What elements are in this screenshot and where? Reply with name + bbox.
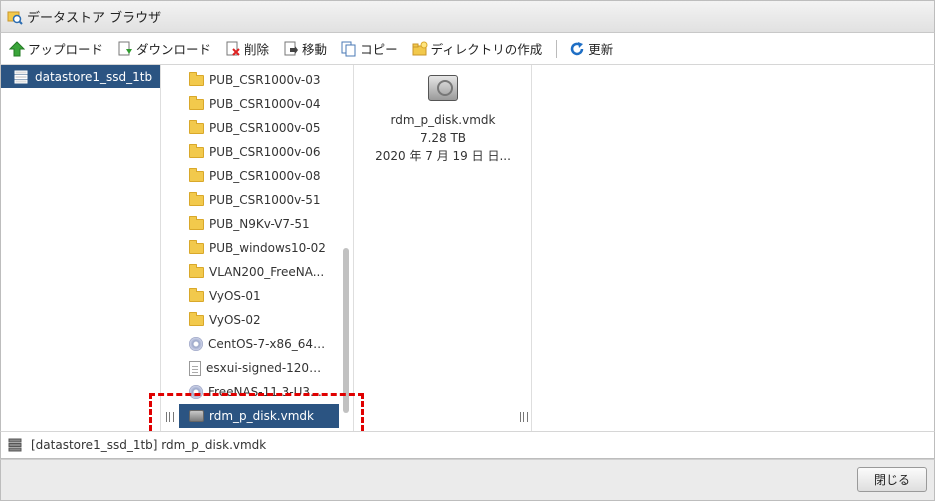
disc-icon bbox=[189, 385, 203, 399]
file-row[interactable]: PUB_N9Kv-V7-51 bbox=[179, 212, 339, 236]
download-button[interactable]: ダウンロード bbox=[117, 38, 211, 60]
path-bar: [datastore1_ssd_1tb] rdm_p_disk.vmdk bbox=[0, 431, 935, 459]
new-folder-icon bbox=[412, 41, 428, 55]
folder-icon bbox=[189, 71, 204, 86]
file-row[interactable]: PUB_CSR1000v-03 bbox=[179, 68, 339, 92]
datastore-browser: datastore1_ssd_1tb PUB_CSR1000v-03 PUB_CS… bbox=[0, 65, 935, 431]
detail-filename: rdm_p_disk.vmdk bbox=[390, 113, 496, 127]
toolbar: アップロード ダウンロード 削除 移動 コピー ディレクトリの作成 更新 bbox=[0, 33, 935, 65]
document-icon bbox=[189, 360, 201, 376]
folder-icon bbox=[189, 311, 204, 326]
toolbar-separator bbox=[556, 39, 558, 58]
create-directory-button[interactable]: ディレクトリの作成 bbox=[412, 38, 542, 60]
file-row[interactable]: esxui-signed-12086... bbox=[179, 356, 339, 380]
file-row[interactable]: PUB_CSR1000v-08 bbox=[179, 164, 339, 188]
download-icon bbox=[118, 41, 133, 55]
column-resize-handle[interactable] bbox=[520, 412, 528, 422]
file-label: PUB_windows10-02 bbox=[209, 241, 326, 255]
file-label: VLAN200_FreeNA... bbox=[209, 265, 325, 279]
file-label: rdm_p_disk.vmdk bbox=[209, 409, 314, 423]
refresh-button[interactable]: 更新 bbox=[569, 38, 613, 60]
file-label: PUB_CSR1000v-08 bbox=[209, 169, 321, 183]
file-label: PUB_CSR1000v-05 bbox=[209, 121, 321, 135]
upload-arrow-icon bbox=[9, 40, 25, 56]
window-title: データストア ブラウザ bbox=[27, 11, 162, 26]
folder-icon bbox=[189, 287, 204, 302]
file-list: PUB_CSR1000v-03 PUB_CSR1000v-04 PUB_CSR100… bbox=[179, 68, 339, 428]
datastore-browser-icon bbox=[7, 11, 23, 25]
copy-button[interactable]: コピー bbox=[341, 38, 398, 60]
disc-icon bbox=[189, 337, 203, 351]
file-label: PUB_CSR1000v-51 bbox=[209, 193, 321, 207]
folder-icon bbox=[189, 191, 204, 206]
move-button[interactable]: 移動 bbox=[283, 38, 327, 60]
close-button[interactable]: 閉じる bbox=[857, 467, 927, 492]
dialog-footer: 閉じる bbox=[0, 459, 935, 501]
folder-icon bbox=[189, 263, 204, 278]
detail-size: 7.28 TB bbox=[419, 131, 467, 145]
file-row[interactable]: rdm_p_disk.vmdk bbox=[179, 404, 339, 428]
file-row[interactable]: CentOS-7-x86_64-... bbox=[179, 332, 339, 356]
detail-date: 2020 年 7 月 19 日 日... bbox=[375, 149, 511, 163]
file-row[interactable]: PUB_CSR1000v-05 bbox=[179, 116, 339, 140]
file-row[interactable]: PUB_windows10-02 bbox=[179, 236, 339, 260]
move-icon bbox=[284, 41, 299, 55]
file-row[interactable]: PUB_CSR1000v-51 bbox=[179, 188, 339, 212]
delete-icon bbox=[226, 41, 240, 56]
title-bar: データストア ブラウザ bbox=[0, 0, 935, 33]
folder-icon bbox=[189, 215, 204, 230]
folder-icon bbox=[189, 143, 204, 158]
folder-icon bbox=[189, 95, 204, 110]
refresh-icon bbox=[570, 41, 584, 55]
file-label: PUB_CSR1000v-03 bbox=[209, 73, 321, 87]
datastore-item[interactable]: datastore1_ssd_1tb bbox=[1, 65, 160, 88]
file-row[interactable]: PUB_CSR1000v-06 bbox=[179, 140, 339, 164]
folder-icon bbox=[189, 167, 204, 182]
file-row[interactable]: VyOS-01 bbox=[179, 284, 339, 308]
column-resize-handle[interactable] bbox=[166, 412, 174, 422]
datastore-icon bbox=[8, 438, 22, 452]
hard-disk-icon bbox=[428, 75, 458, 101]
folder-icon bbox=[189, 239, 204, 254]
file-list-column: PUB_CSR1000v-03 PUB_CSR1000v-04 PUB_CSR100… bbox=[161, 65, 354, 431]
datastore-icon bbox=[14, 70, 28, 83]
file-label: PUB_CSR1000v-06 bbox=[209, 145, 321, 159]
upload-button[interactable]: アップロード bbox=[9, 38, 103, 60]
current-path: [datastore1_ssd_1tb] rdm_p_disk.vmdk bbox=[31, 438, 267, 452]
detail-column: rdm_p_disk.vmdk 7.28 TB 2020 年 7 月 19 日 … bbox=[354, 65, 532, 431]
file-row[interactable]: VLAN200_FreeNA... bbox=[179, 260, 339, 284]
delete-button[interactable]: 削除 bbox=[225, 38, 269, 60]
file-label: PUB_CSR1000v-04 bbox=[209, 97, 321, 111]
file-label: PUB_N9Kv-V7-51 bbox=[209, 217, 310, 231]
file-label: FreeNAS-11.3-U3.2... bbox=[208, 385, 326, 399]
file-label: VyOS-02 bbox=[209, 313, 261, 327]
file-label: VyOS-01 bbox=[209, 289, 261, 303]
file-label: CentOS-7-x86_64-... bbox=[208, 337, 326, 351]
file-detail: rdm_p_disk.vmdk 7.28 TB 2020 年 7 月 19 日 … bbox=[354, 75, 531, 165]
datastore-column: datastore1_ssd_1tb bbox=[1, 65, 161, 431]
file-label: esxui-signed-12086... bbox=[206, 361, 324, 375]
file-row[interactable]: PUB_CSR1000v-04 bbox=[179, 92, 339, 116]
datastore-label: datastore1_ssd_1tb bbox=[35, 69, 153, 84]
file-row[interactable]: VyOS-02 bbox=[179, 308, 339, 332]
file-row[interactable]: FreeNAS-11.3-U3.2... bbox=[179, 380, 339, 404]
folder-icon bbox=[189, 119, 204, 134]
empty-column bbox=[532, 65, 934, 431]
scrollbar-thumb[interactable] bbox=[343, 248, 349, 413]
copy-icon bbox=[341, 41, 356, 56]
hard-disk-icon bbox=[189, 410, 204, 422]
